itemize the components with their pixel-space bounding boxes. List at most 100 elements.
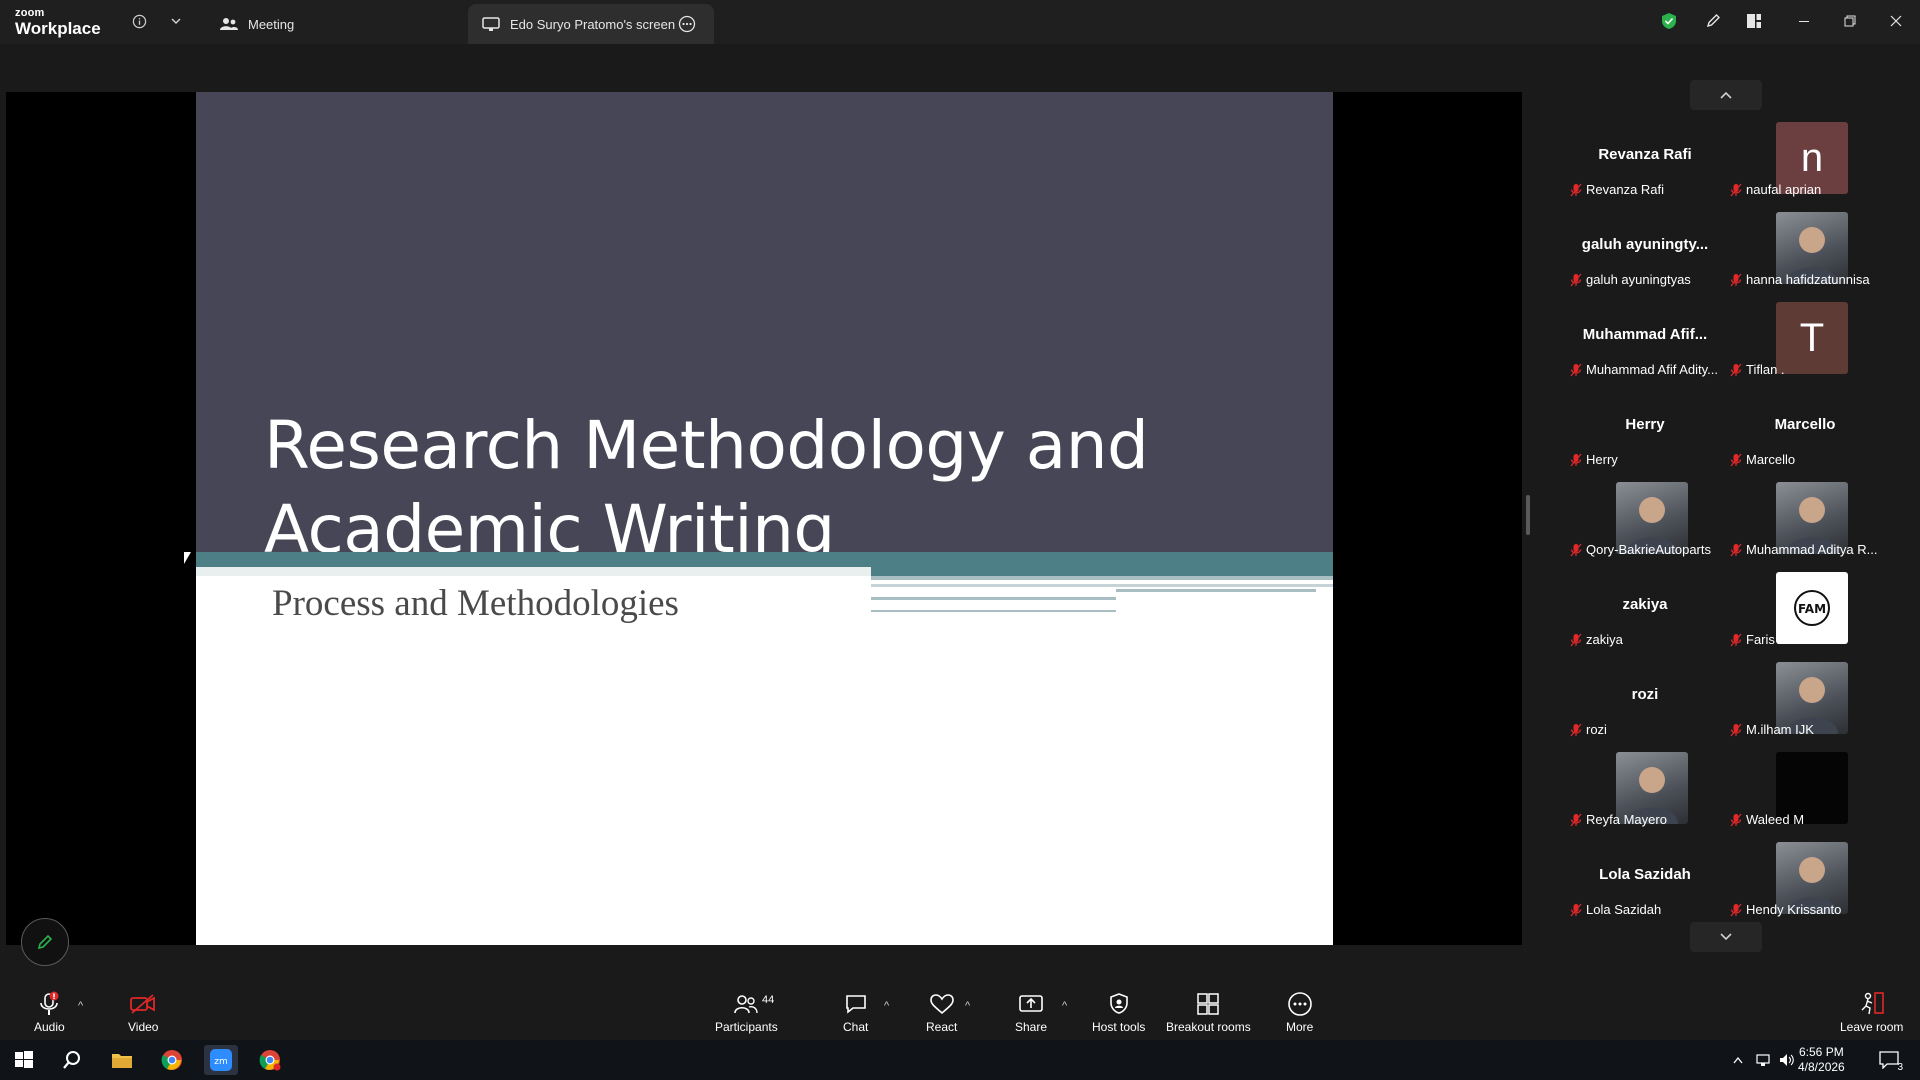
close-icon[interactable]	[1885, 10, 1907, 32]
muted-mic-icon	[1730, 273, 1742, 286]
participant-name-label: rozi	[1570, 722, 1607, 737]
chevron-down-icon[interactable]	[165, 10, 187, 32]
slide-light-band	[196, 567, 871, 576]
chevron-down-icon	[1720, 933, 1732, 941]
shield-icon	[1109, 993, 1128, 1014]
participant-name: hanna hafidzatunnisa	[1746, 272, 1870, 287]
notifications-icon[interactable]: 3	[1872, 1045, 1906, 1075]
participant-tile[interactable]: Waleed M	[1730, 750, 1880, 840]
video-off-icon	[130, 994, 156, 1014]
participants-icon	[220, 18, 238, 30]
participant-name-label: naufal aprian	[1730, 182, 1821, 197]
breakout-rooms-button[interactable]: Breakout rooms	[1166, 990, 1251, 1034]
breakout-rooms-icon	[1197, 993, 1220, 1015]
chrome-icon[interactable]	[253, 1045, 287, 1075]
participant-tile[interactable]: Herry Herry	[1570, 390, 1720, 480]
participant-tile[interactable]: Muhammad Aditya R...	[1730, 480, 1880, 570]
chrome-icon[interactable]	[155, 1045, 189, 1075]
participant-tile[interactable]: Qory-BakrieAutoparts	[1570, 480, 1720, 570]
muted-mic-icon	[1570, 273, 1582, 286]
participant-tile[interactable]: zakiya zakiya	[1570, 570, 1720, 660]
participant-name: Qory-BakrieAutoparts	[1586, 542, 1711, 557]
audio-button[interactable]: Audio	[34, 990, 65, 1034]
participant-name: Hendy Krissanto	[1746, 902, 1842, 917]
more-button[interactable]: More	[1286, 990, 1313, 1034]
pencil-icon[interactable]	[1702, 10, 1724, 32]
muted-mic-icon	[1730, 903, 1742, 916]
participant-tile[interactable]: Lola Sazidah Lola Sazidah	[1570, 840, 1720, 930]
participant-tile[interactable]: M.ilham IJK	[1730, 660, 1880, 750]
participant-tile[interactable]: FAM Faris Alhaadi	[1730, 570, 1880, 660]
gallery-prev-button[interactable]	[1690, 80, 1762, 110]
minimize-icon[interactable]	[1793, 10, 1815, 32]
participant-name: Faris Alhaadi	[1746, 632, 1822, 647]
host-tools-button[interactable]: Host tools	[1092, 990, 1145, 1034]
tab-shared-screen[interactable]: Edo Suryo Pratomo's screen	[468, 4, 714, 44]
participant-tile[interactable]: hanna hafidzatunnisa	[1730, 210, 1880, 300]
react-options-caret[interactable]: ^	[965, 1000, 970, 1012]
meeting-info-icon[interactable]	[128, 10, 150, 32]
meeting-toolbar: Audio ^ Video Participants 44 Chat ^ Rea…	[0, 980, 1920, 1040]
share-options-caret[interactable]: ^	[1062, 1000, 1067, 1012]
shared-screen-view: Research Methodology and Academic Writin…	[6, 92, 1522, 945]
slide-stripe	[871, 576, 1333, 580]
participant-display-name: zakiya	[1622, 596, 1668, 613]
audio-options-caret[interactable]: ^	[78, 1000, 83, 1012]
participant-tile[interactable]: Reyfa Mayero	[1570, 750, 1720, 840]
slide-title: Research Methodology and Academic Writin…	[264, 404, 1164, 572]
layout-icon[interactable]	[1743, 10, 1765, 32]
file-explorer-icon[interactable]	[105, 1045, 139, 1075]
windows-start-icon[interactable]	[7, 1045, 41, 1075]
participant-tile[interactable]: n naufal aprian	[1730, 120, 1880, 210]
network-icon[interactable]	[1752, 1045, 1774, 1075]
participant-name: Herry	[1586, 452, 1618, 467]
annotate-button[interactable]	[21, 918, 69, 966]
chat-options-caret[interactable]: ^	[884, 1000, 889, 1012]
gallery-next-button[interactable]	[1690, 922, 1762, 952]
leave-room-button[interactable]: Leave room	[1840, 990, 1903, 1034]
participant-name-label: hanna hafidzatunnisa	[1730, 272, 1870, 287]
tab-meeting[interactable]: Meeting	[206, 4, 308, 44]
leave-icon	[1861, 992, 1884, 1015]
volume-icon[interactable]	[1776, 1045, 1798, 1075]
participant-name-label: Hendy Krissanto	[1730, 902, 1841, 917]
chevron-up-icon	[1720, 91, 1732, 99]
svg-text:FAM: FAM	[1798, 602, 1826, 616]
participants-count: 44	[762, 994, 775, 1006]
zoom-taskbar-icon[interactable]: zm	[204, 1045, 238, 1075]
system-clock[interactable]: 6:56 PM 4/8/2026	[1798, 1045, 1845, 1075]
muted-mic-icon	[40, 991, 59, 1015]
security-shield-icon[interactable]	[1658, 10, 1680, 32]
participant-tile[interactable]: Muhammad Afif... Muhammad Afif Adity...	[1570, 300, 1720, 390]
more-label: More	[1286, 1020, 1314, 1034]
svg-text:zm: zm	[214, 1057, 228, 1067]
participant-tile[interactable]: T Tiflan .	[1730, 300, 1880, 390]
zoom-workplace-logo: zoom Workplace	[15, 8, 101, 38]
muted-mic-icon	[1730, 453, 1742, 466]
chat-button[interactable]: Chat	[843, 990, 868, 1034]
clock-time: 6:56 PM	[1799, 1045, 1844, 1059]
more-options-icon[interactable]	[678, 15, 696, 33]
video-label: Video	[128, 1020, 159, 1034]
participant-name: naufal aprian	[1746, 182, 1822, 197]
video-button[interactable]: Video	[128, 990, 158, 1034]
participant-tile[interactable]: rozi rozi	[1570, 660, 1720, 750]
chevron-up-icon[interactable]	[1728, 1045, 1748, 1075]
restore-icon[interactable]	[1839, 10, 1861, 32]
search-icon[interactable]	[55, 1045, 89, 1075]
participant-name: Muhammad Aditya R...	[1746, 542, 1878, 557]
title-bar: zoom Workplace Meeting Edo Suryo Pratomo…	[0, 0, 1920, 44]
participant-name-label: Faris Alhaadi	[1730, 632, 1821, 647]
participant-tile[interactable]: Hendy Krissanto	[1730, 840, 1880, 930]
mouse-pointer	[184, 552, 191, 564]
participant-name: Revanza Rafi	[1586, 182, 1665, 197]
participant-tile[interactable]: Revanza Rafi Revanza Rafi	[1570, 120, 1720, 210]
notifications-count: 3	[1897, 1062, 1903, 1073]
participants-icon	[734, 995, 759, 1014]
participant-name: Lola Sazidah	[1586, 902, 1662, 917]
participant-tile[interactable]: galuh ayuningty... galuh ayuningtyas	[1570, 210, 1720, 300]
participant-name-label: M.ilham IJK	[1730, 722, 1814, 737]
share-button[interactable]: Share	[1015, 990, 1047, 1034]
react-button[interactable]: React	[926, 990, 957, 1034]
participant-tile[interactable]: Marcello Marcello	[1730, 390, 1880, 480]
